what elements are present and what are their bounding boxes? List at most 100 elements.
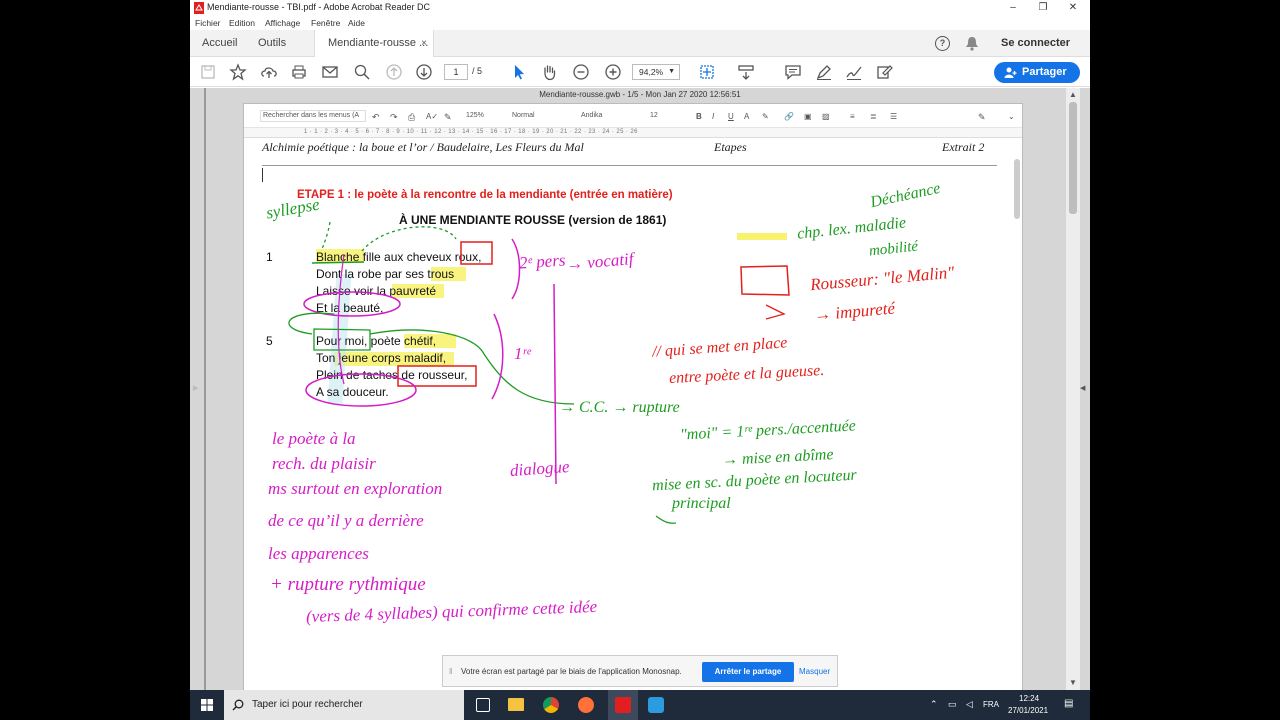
paint-format-icon: ✎ (444, 112, 452, 122)
page-total: / 5 (472, 66, 483, 76)
annot-vers: (vers de 4 syllabes) qui confirme cette … (305, 596, 598, 627)
pdf-page: Rechercher dans les menus (A ↶ ↷ ⎙ A✓ ✎ … (243, 103, 1023, 693)
language-indicator[interactable]: FRA (983, 700, 999, 709)
chrome-icon[interactable] (543, 697, 559, 713)
hand-tool-icon[interactable] (540, 63, 558, 81)
save-icon[interactable] (199, 63, 217, 81)
zoom-out-icon[interactable] (572, 63, 590, 81)
tab-accueil[interactable]: Accueil (202, 30, 237, 57)
comment-icon[interactable] (784, 63, 802, 81)
doc-zoom: 125% (466, 112, 484, 119)
annot-mise-abime: → mise en abîme (721, 446, 834, 469)
doc-header-left: Alchimie poétique : la boue et l’or / Ba… (262, 140, 584, 154)
taskbar-search[interactable]: Taper ici pour rechercher (224, 690, 464, 720)
scroll-down-icon[interactable]: ▼ (1066, 678, 1080, 687)
minimize-button[interactable]: – (998, 1, 1028, 15)
menu-affichage[interactable]: Affichage (265, 18, 300, 28)
hide-banner-link[interactable]: Masquer (799, 667, 830, 676)
text-cursor (262, 168, 263, 182)
header-divider (262, 165, 997, 166)
scroll-mode-icon[interactable] (737, 63, 755, 81)
prev-page-icon[interactable] (385, 63, 403, 81)
mail-icon[interactable] (321, 63, 339, 81)
vertical-scrollbar[interactable]: ▲ ▼ (1066, 88, 1080, 690)
annot-rupture-rythmique: + rupture rythmique (270, 574, 426, 595)
stop-sharing-button[interactable]: Arrêter le partage (702, 662, 794, 682)
find-icon[interactable] (353, 63, 371, 81)
right-panel-toggle-icon[interactable]: ◀ (1080, 384, 1085, 392)
window-title: Mendiante-rousse - TBI.pdf - Adobe Acrob… (207, 2, 430, 12)
restore-button[interactable]: ❐ (1028, 1, 1058, 15)
taskbar-time[interactable]: 12:24 (1019, 694, 1039, 703)
firefox-icon[interactable] (578, 697, 594, 713)
share-button[interactable]: Partager (994, 62, 1080, 83)
sign-in-link[interactable]: Se connecter (1001, 30, 1070, 57)
poem-line-3: Laisse voir la pauvreté (316, 284, 437, 298)
page-number-input[interactable]: 1 (444, 64, 468, 80)
menu-fichier[interactable]: Fichier (195, 18, 221, 28)
collapse-icon: ⌄ (1008, 112, 1015, 121)
checklist-icon: ☰ (890, 112, 898, 121)
highlight-pen-icon[interactable] (815, 63, 833, 81)
edit-tools-icon[interactable] (876, 63, 894, 81)
doc-ruler: 1 · 1 · 2 · 3 · 4 · 5 · 6 · 7 · 8 · 9 · … (244, 128, 1022, 138)
tab-document[interactable]: Mendiante-rousse ... × (314, 30, 434, 57)
poem-title: À UNE MENDIANTE ROUSSE (version de 1861) (399, 213, 667, 227)
poem-line-4: Et la beauté, (316, 301, 384, 315)
windows-start-icon[interactable] (201, 699, 213, 711)
annot-decheance: Déchéance (868, 179, 942, 212)
menu-aide[interactable]: Aide (348, 18, 365, 28)
drag-handle-icon[interactable]: ‖ (449, 667, 452, 676)
task-view-icon[interactable] (476, 698, 490, 712)
share-banner-text: Votre écran est partagé par le biais de … (461, 667, 682, 676)
poem-line-6: Ton jeune corps maladif, (316, 351, 447, 365)
help-icon[interactable]: ? (935, 36, 950, 51)
poem-line-7: Plein de taches de rousseur, (316, 368, 468, 382)
scroll-thumb[interactable] (1069, 102, 1077, 214)
annot-principal: principal (672, 495, 731, 512)
legend-yellow-swatch (737, 233, 787, 240)
acrobat-icon (615, 697, 631, 713)
annot-rousseur: Rousseur: "le Malin" (809, 262, 956, 295)
menu-edition[interactable]: Edition (229, 18, 255, 28)
annot-cc-rupture: → C.C. → rupture (559, 399, 680, 416)
poem-line-2: Dont la robe par ses trous (316, 267, 455, 281)
annot-poete-line1: le poète à la (272, 429, 356, 448)
annot-mobilite: mobilité (868, 238, 919, 260)
file-explorer-icon[interactable] (508, 698, 524, 711)
captured-doc-toolbar: Rechercher dans les menus (A ↶ ↷ ⎙ A✓ ✎ … (244, 104, 1022, 128)
acrobat-taskbar-button[interactable] (608, 690, 638, 720)
volume-icon[interactable]: ◁ (966, 699, 973, 710)
tab-close-icon[interactable]: × (421, 30, 427, 57)
left-panel-toggle-icon[interactable]: ▶ (193, 384, 198, 392)
notification-icon[interactable]: ▤ (1064, 698, 1073, 709)
doc-font-size: 12 (650, 112, 658, 119)
annot-qui-se-met: // qui se met en place (651, 334, 788, 361)
print-icon[interactable] (290, 63, 308, 81)
title-bar: Mendiante-rousse - TBI.pdf - Adobe Acrob… (190, 0, 1090, 16)
tray-chevron-icon[interactable]: ⌃ (930, 699, 938, 710)
zoom-select[interactable]: 94,2% ▼ (632, 64, 680, 80)
document-viewport[interactable]: Mendiante-rousse.gwb - 1/5 - Mon Jan 27 … (190, 88, 1090, 693)
close-window-button[interactable]: ✕ (1058, 1, 1088, 15)
annot-syllepse: syllepse (264, 194, 321, 223)
upload-cloud-icon[interactable] (260, 63, 278, 81)
doc-style: Normal (512, 112, 535, 119)
tab-outils[interactable]: Outils (258, 30, 286, 57)
menu-fenetre[interactable]: Fenêtre (311, 18, 340, 28)
taskbar-date[interactable]: 27/01/2021 (1008, 706, 1048, 715)
annot-poete-line3: ms surtout en exploration (268, 479, 443, 498)
sign-icon[interactable] (845, 63, 863, 81)
star-icon[interactable] (229, 63, 247, 81)
network-icon[interactable]: ▭ (948, 699, 957, 710)
bell-icon[interactable] (965, 36, 979, 51)
monosnap-icon[interactable] (648, 697, 664, 713)
pdf-icon (194, 2, 204, 14)
spellcheck-icon: A✓ (426, 112, 439, 121)
next-page-icon[interactable] (415, 63, 433, 81)
underline-icon: U (728, 112, 734, 121)
select-cursor-icon[interactable] (510, 63, 528, 81)
scroll-up-icon[interactable]: ▲ (1066, 90, 1080, 99)
zoom-in-icon[interactable] (604, 63, 622, 81)
fit-page-icon[interactable] (698, 63, 716, 81)
